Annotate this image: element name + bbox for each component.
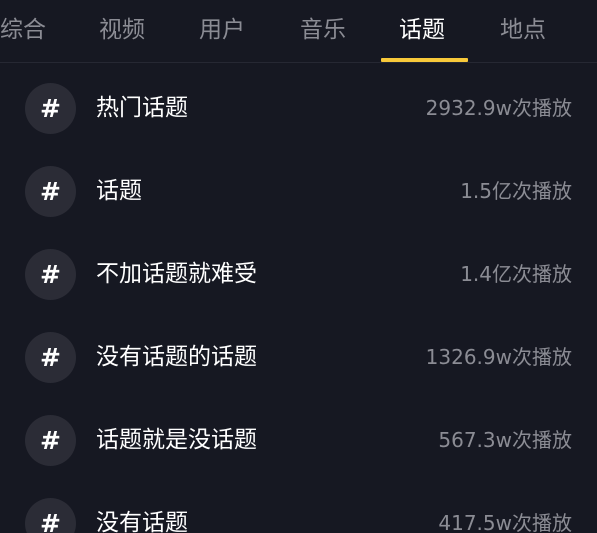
tab-videos[interactable]: 视频: [99, 12, 145, 48]
list-item[interactable]: # 话题 1.5亿次播放: [0, 138, 597, 221]
topic-name: 没有话题: [96, 510, 188, 533]
search-results-screen: 综合 视频 用户 音乐 话题 地点 # 热门话题 2932.9w次播放 # 话题…: [0, 0, 597, 533]
tab-music[interactable]: 音乐: [300, 12, 346, 48]
hashtag-icon: #: [25, 166, 76, 217]
list-item[interactable]: # 没有话题 417.5w次播放: [0, 470, 597, 533]
tab-topics[interactable]: 话题: [399, 12, 445, 48]
play-count: 417.5w次播放: [438, 511, 572, 533]
list-item[interactable]: # 不加话题就难受 1.4亿次播放: [0, 221, 597, 304]
topic-name: 话题就是没话题: [96, 427, 257, 453]
list-item[interactable]: # 话题就是没话题 567.3w次播放: [0, 387, 597, 470]
hashtag-icon: #: [25, 249, 76, 300]
topic-name: 不加话题就难受: [96, 261, 257, 287]
hashtag-icon: #: [25, 83, 76, 134]
play-count: 1326.9w次播放: [425, 345, 572, 369]
topic-name: 话题: [96, 178, 142, 204]
topic-name: 热门话题: [96, 95, 188, 121]
hashtag-icon: #: [25, 498, 76, 533]
tab-users[interactable]: 用户: [199, 12, 245, 48]
play-count: 1.4亿次播放: [460, 262, 572, 286]
search-category-tabs: 综合 视频 用户 音乐 话题 地点: [0, 0, 597, 63]
list-item[interactable]: # 没有话题的话题 1326.9w次播放: [0, 304, 597, 387]
topic-name: 没有话题的话题: [96, 344, 257, 370]
hashtag-icon: #: [25, 332, 76, 383]
hashtag-icon: #: [25, 415, 76, 466]
tab-comprehensive[interactable]: 综合: [0, 12, 46, 48]
list-item[interactable]: # 热门话题 2932.9w次播放: [0, 55, 597, 138]
play-count: 2932.9w次播放: [425, 96, 572, 120]
play-count: 567.3w次播放: [438, 428, 572, 452]
play-count: 1.5亿次播放: [460, 179, 572, 203]
tab-locations[interactable]: 地点: [500, 12, 546, 48]
